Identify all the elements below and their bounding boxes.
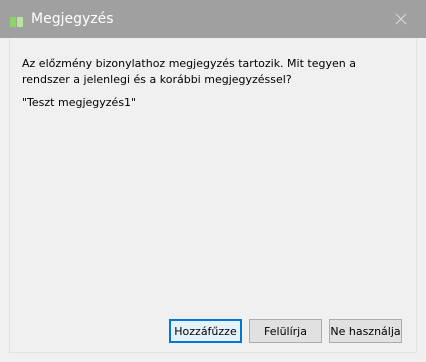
overwrite-button[interactable]: Felülírja (249, 319, 322, 343)
window-title: Megjegyzés (31, 11, 114, 27)
ignore-button[interactable]: Ne használja (329, 319, 402, 343)
dialog-message: Az előzmény bizonylathoz megjegyzés tart… (22, 57, 356, 86)
append-button-label: Hozzáfűzze (174, 324, 237, 338)
overwrite-button-label: Felülírja (264, 324, 307, 338)
close-icon (395, 13, 407, 25)
note-text: "Teszt megjegyzés1" (22, 96, 137, 109)
close-button[interactable] (388, 8, 414, 30)
title-bar[interactable]: Megjegyzés (0, 0, 426, 38)
dialog-window: Megjegyzés Az előzmény bizonylathoz megj… (0, 0, 426, 362)
app-icon (10, 13, 26, 27)
append-button[interactable]: Hozzáfűzze (169, 319, 242, 343)
ignore-button-label: Ne használja (330, 324, 401, 338)
